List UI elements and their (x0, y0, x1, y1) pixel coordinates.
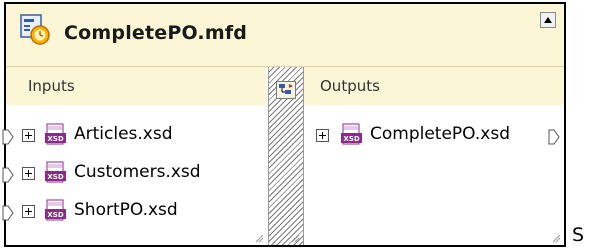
mapping-component[interactable]: CompletePO.mfd Inputs Outputs XSD Articl… (2, 2, 566, 247)
collapse-up-icon (544, 17, 552, 23)
input-item-label: ShortPO.xsd (74, 200, 178, 220)
xsd-schema-icon: XSD (341, 123, 362, 145)
resize-grip-icon[interactable] (551, 233, 561, 243)
input-item-label: Customers.xsd (74, 162, 201, 182)
input-connector-icon[interactable] (2, 129, 14, 145)
trailing-text: S (572, 224, 585, 246)
expand-icon[interactable] (22, 129, 35, 142)
collapse-button[interactable] (540, 12, 556, 28)
svg-text:XSD: XSD (343, 135, 359, 143)
resize-grip-icon[interactable] (254, 233, 264, 243)
resize-grip-icon[interactable] (290, 233, 300, 243)
inputs-header: Inputs (6, 67, 266, 105)
outputs-header-label: Outputs (320, 77, 380, 95)
expand-icon[interactable] (22, 167, 35, 180)
input-connector-icon[interactable] (2, 205, 14, 221)
xsd-schema-icon: XSD (45, 123, 66, 145)
xsd-schema-icon: XSD (45, 199, 66, 221)
expand-icon[interactable] (22, 205, 35, 218)
inputs-header-label: Inputs (28, 77, 75, 95)
svg-text:XSD: XSD (47, 173, 63, 181)
panel-splitter[interactable] (268, 67, 304, 245)
xsd-schema-icon: XSD (45, 161, 66, 183)
input-connector-icon[interactable] (2, 167, 14, 183)
component-title-bar[interactable]: CompletePO.mfd (6, 4, 564, 67)
outputs-header: Outputs (304, 67, 564, 105)
splitter-toggle-button[interactable] (276, 81, 296, 99)
component-title: CompletePO.mfd (64, 22, 248, 44)
output-connector-icon[interactable] (548, 129, 560, 145)
svg-text:XSD: XSD (47, 211, 63, 219)
mapping-file-icon (20, 14, 50, 45)
tree-view-icon (279, 84, 293, 94)
input-item-label: Articles.xsd (74, 124, 173, 144)
output-item-label: CompletePO.xsd (370, 124, 510, 144)
svg-text:XSD: XSD (47, 135, 63, 143)
expand-icon[interactable] (316, 129, 329, 142)
